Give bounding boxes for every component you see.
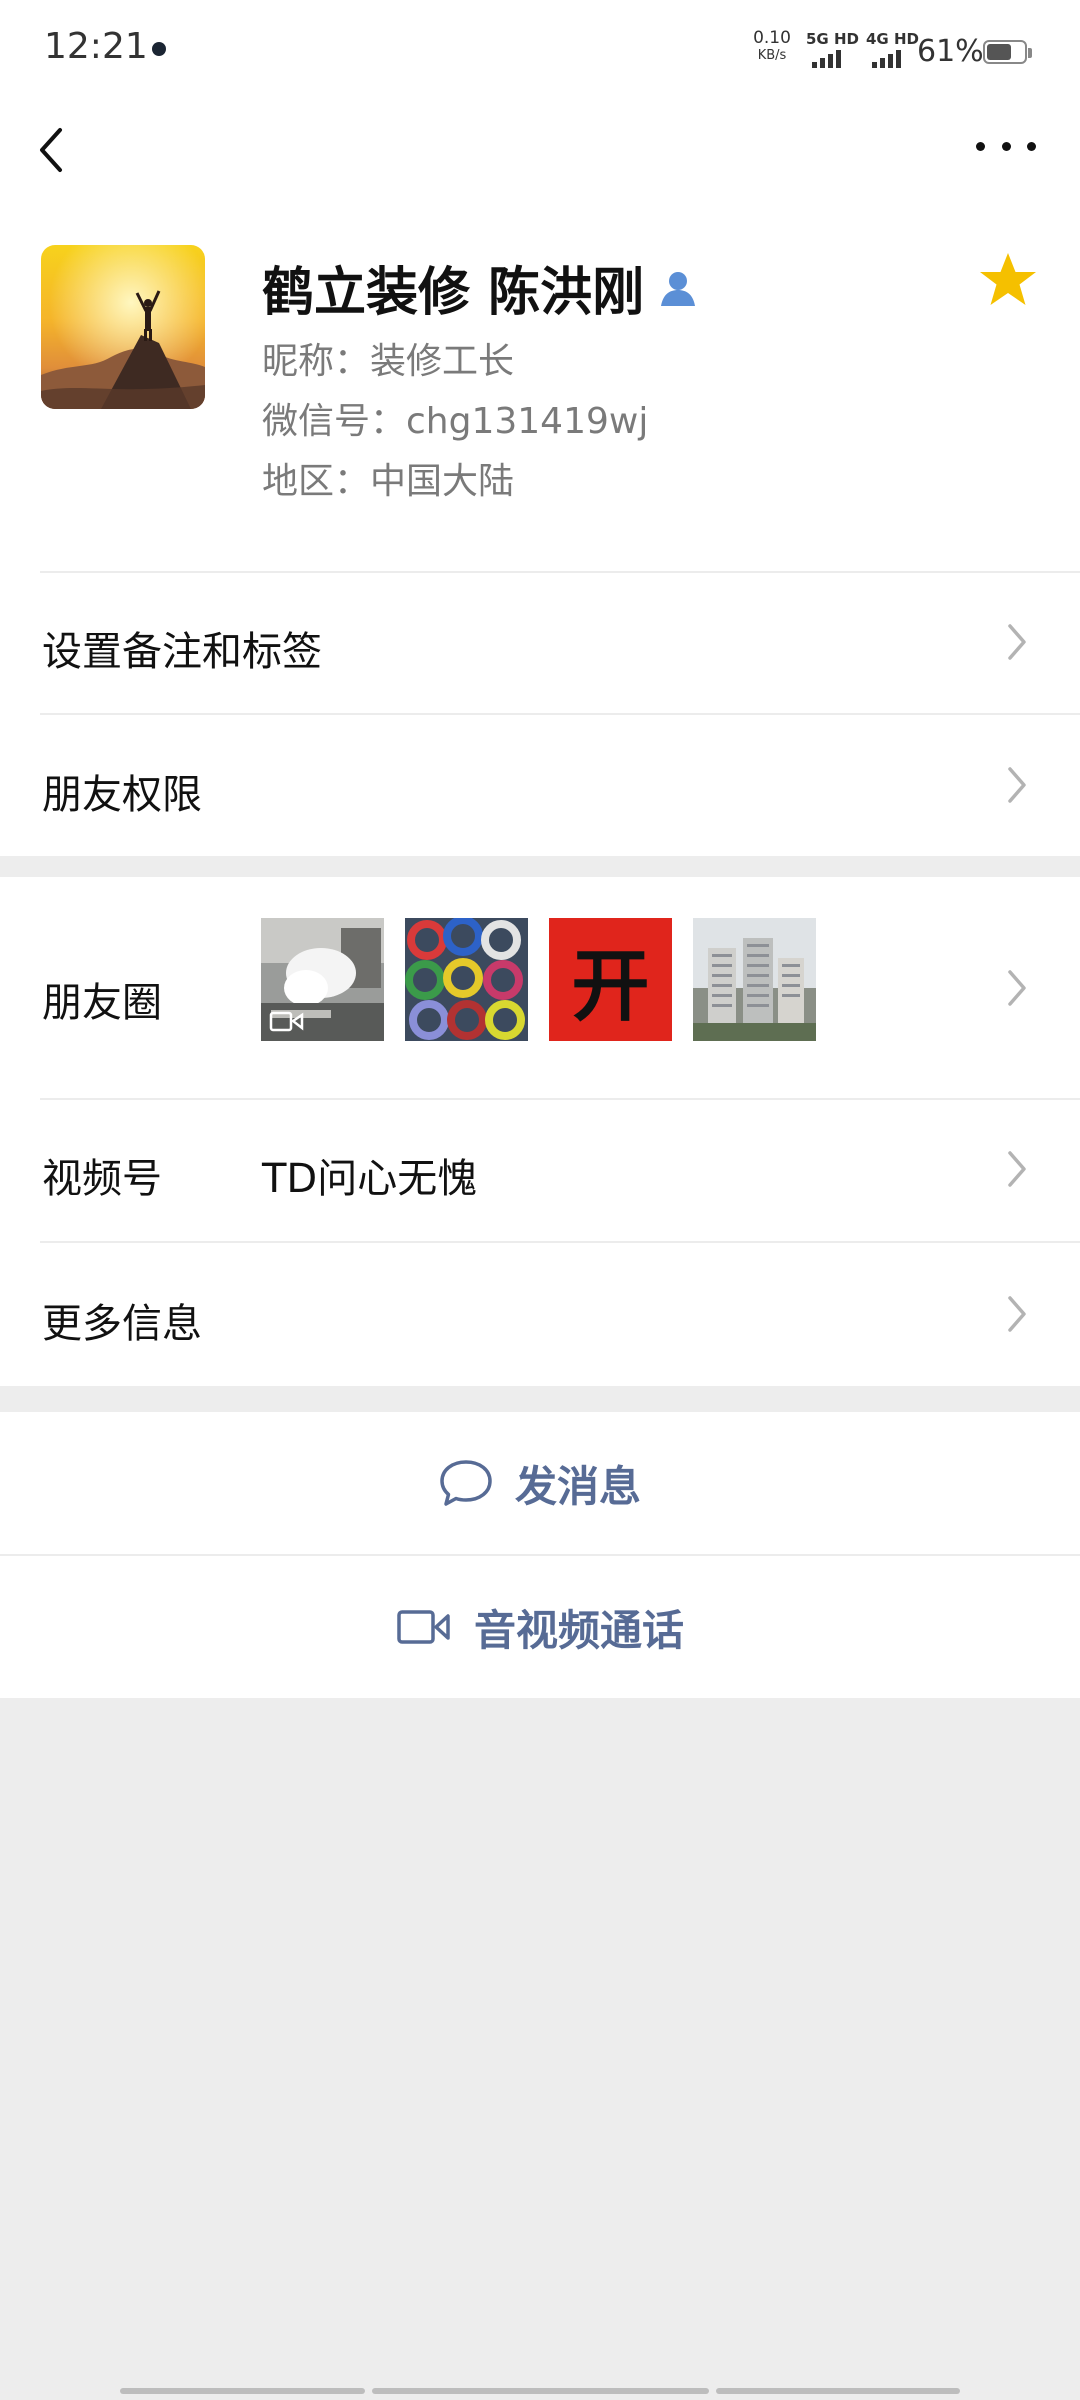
chevron-right-icon xyxy=(1008,970,1026,1006)
chevron-left-icon xyxy=(40,128,62,172)
send-message-label: 发消息 xyxy=(514,1461,641,1511)
network-speed-value: 0.10 xyxy=(753,28,791,48)
display-name: 鹤立装修 陈洪刚 xyxy=(262,263,645,323)
avatar[interactable] xyxy=(41,245,205,409)
star-icon[interactable] xyxy=(978,250,1038,310)
av-call-label: 音视频通话 xyxy=(473,1605,684,1655)
channels-value: TD问心无愧 xyxy=(262,1156,478,1202)
send-message-button[interactable]: 发消息 xyxy=(0,1412,1080,1554)
more-dot-icon xyxy=(1027,141,1036,151)
sim1-label: 5G HD xyxy=(806,30,859,48)
wechat-id-text: 微信号：chg131419wj xyxy=(262,401,649,442)
signal-bars-sim2-icon xyxy=(872,50,901,68)
chevron-right-icon xyxy=(1008,1151,1026,1187)
status-time: 12:21 xyxy=(44,26,148,67)
av-call-button[interactable]: 音视频通话 xyxy=(0,1554,1080,1698)
more-info-row[interactable]: 更多信息 xyxy=(0,1241,1080,1386)
more-options-button[interactable] xyxy=(976,126,1036,166)
more-dot-icon xyxy=(976,141,985,151)
notification-dot-icon xyxy=(152,42,166,56)
battery-percent: 61% xyxy=(917,34,984,69)
friend-permissions-label: 朋友权限 xyxy=(42,772,202,818)
nav-bar xyxy=(0,100,1080,220)
divider xyxy=(40,1241,1080,1243)
moments-thumb-2 xyxy=(405,918,528,1041)
person-verified-icon xyxy=(661,271,696,306)
name-row: 鹤立装修 陈洪刚 xyxy=(262,250,698,325)
gesture-bar-left[interactable] xyxy=(120,2388,365,2394)
channels-label: 视频号 xyxy=(42,1156,162,1202)
gesture-bar-center[interactable] xyxy=(372,2388,709,2394)
region-text: 地区：中国大陆 xyxy=(262,461,515,502)
back-button[interactable] xyxy=(34,120,74,180)
gesture-bar-right[interactable] xyxy=(716,2388,960,2394)
moments-thumb-1 xyxy=(261,918,384,1041)
signal-bars-sim1-icon xyxy=(812,50,841,68)
friend-permissions-row[interactable]: 朋友权限 xyxy=(0,713,1080,856)
sim2-label: 4G HD xyxy=(866,30,919,48)
moments-thumb-3: 开 xyxy=(549,918,672,1041)
chevron-right-icon xyxy=(1008,624,1026,660)
network-speed-unit: KB/s xyxy=(757,48,787,63)
remark-tags-row[interactable]: 设置备注和标签 xyxy=(0,571,1080,713)
network-speed: 0.10 KB/s xyxy=(748,30,796,64)
divider xyxy=(40,713,1080,715)
remark-tags-label: 设置备注和标签 xyxy=(42,629,322,675)
nickname-text: 昵称：装修工长 xyxy=(262,341,515,382)
divider xyxy=(40,571,1080,573)
divider xyxy=(40,1098,1080,1100)
contact-profile-page: 12:21 0.10 KB/s 5G HD 4G HD 61% 鹤立装修 陈洪刚… xyxy=(0,0,1080,2400)
more-dot-icon xyxy=(1001,141,1011,151)
video-icon xyxy=(269,1011,304,1032)
chevron-right-icon xyxy=(1008,767,1026,803)
avatar-image xyxy=(41,245,205,409)
moments-row[interactable]: 朋友圈 开 xyxy=(0,877,1080,1098)
more-info-label: 更多信息 xyxy=(42,1301,202,1347)
moments-label: 朋友圈 xyxy=(42,980,162,1026)
channels-row[interactable]: 视频号 TD问心无愧 xyxy=(0,1098,1080,1241)
video-call-icon xyxy=(397,1610,450,1644)
moments-thumbnails: 开 xyxy=(261,918,816,1041)
chat-bubble-icon xyxy=(440,1460,492,1506)
moments-thumb-4 xyxy=(693,918,816,1041)
chevron-right-icon xyxy=(1008,1296,1026,1332)
status-bar: 12:21 0.10 KB/s 5G HD 4G HD 61% xyxy=(0,0,1080,100)
profile-header: 鹤立装修 陈洪刚 昵称：装修工长 微信号：chg131419wj 地区：中国大陆 xyxy=(0,220,1080,580)
battery-icon xyxy=(983,40,1032,64)
divider xyxy=(0,1554,1080,1556)
moments-thumb-3-character: 开 xyxy=(571,940,650,1032)
